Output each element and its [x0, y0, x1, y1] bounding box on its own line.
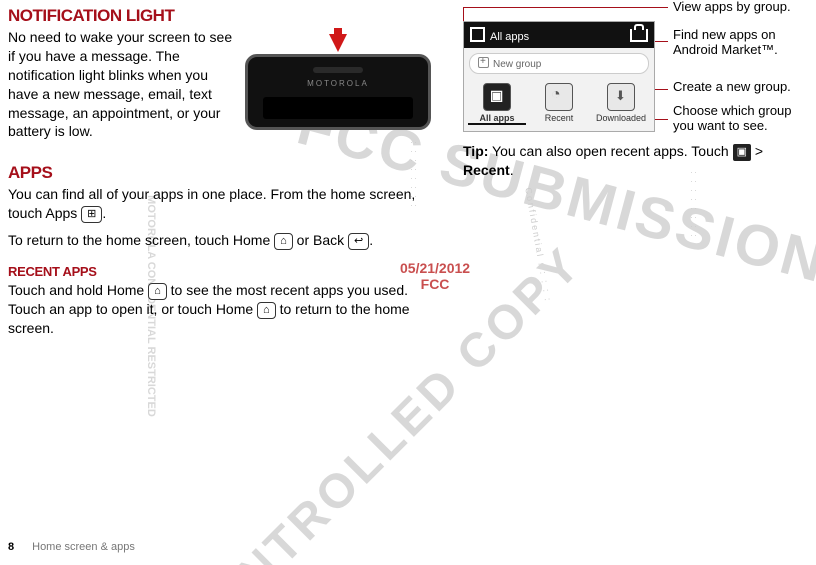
text: You can also open recent apps. Touch: [488, 143, 732, 159]
text: .: [102, 205, 106, 221]
tile-label: All apps: [479, 113, 514, 123]
new-group-label: New group: [493, 59, 541, 70]
home-key-icon: [148, 283, 167, 300]
phone-brand-label: MOTOROLA: [307, 79, 369, 88]
downloaded-icon: [607, 83, 635, 111]
paragraph-recent-apps: Touch and hold Home to see the most rece…: [8, 281, 448, 338]
market-icon[interactable]: [630, 29, 648, 42]
tip-recent-bold: Recent: [463, 162, 510, 178]
leader-line: [653, 119, 668, 120]
text: >: [751, 143, 763, 159]
recent-icon: [545, 83, 573, 111]
tip-paragraph: Tip: You can also open recent apps. Touc…: [463, 142, 808, 180]
annotation-view-group: View apps by group.: [673, 0, 791, 14]
all-apps-icon: [483, 83, 511, 111]
text: .: [510, 162, 514, 178]
apps-panel-title-text: All apps: [490, 31, 529, 43]
group-tiles: All apps Recent Downloaded: [464, 79, 654, 131]
paragraph-apps-1: You can find all of your apps in one pla…: [8, 185, 448, 223]
apps-panel-title: All apps: [470, 27, 529, 43]
back-key-icon: [348, 233, 369, 250]
text: To return to the home screen, touch Home: [8, 232, 274, 248]
tile-label: Downloaded: [596, 113, 646, 123]
leader-line: [653, 41, 668, 42]
apps-grid-icon: [81, 206, 102, 223]
recent-key-icon: [733, 144, 751, 161]
paragraph-apps-2: To return to the home screen, touch Home…: [8, 231, 448, 250]
tile-label: Recent: [545, 113, 574, 123]
arrow-down-icon: [329, 34, 347, 52]
plus-icon: [478, 57, 489, 68]
tile-recent[interactable]: Recent: [530, 83, 588, 125]
phone-screen-strip: [263, 97, 413, 119]
annotation-find-new: Find new apps on Android Market™.: [673, 27, 813, 57]
home-key-icon: [274, 233, 293, 250]
apps-ui-diagram: View apps by group. Find new apps on And…: [463, 21, 808, 132]
heading-apps: APPS: [8, 163, 448, 183]
heading-recent-apps: RECENT APPS: [8, 264, 448, 279]
page-footer: 8 Home screen & apps: [8, 541, 135, 553]
leader-line: [653, 89, 668, 90]
phone-body: MOTOROLA: [245, 54, 431, 130]
annotation-choose-group: Choose which group you want to see.: [673, 103, 813, 133]
text: You can find all of your apps in one pla…: [8, 186, 415, 221]
phone-speaker: [313, 67, 363, 73]
annotation-create-group: Create a new group.: [673, 79, 791, 94]
apps-panel-header[interactable]: All apps: [464, 22, 654, 48]
grid-icon: [470, 27, 485, 42]
footer-section: Home screen & apps: [32, 541, 135, 553]
apps-panel: All apps New group All apps Recent: [463, 21, 655, 132]
tile-downloaded[interactable]: Downloaded: [592, 83, 650, 125]
text: or Back: [293, 232, 348, 248]
home-key-icon: [257, 302, 276, 319]
tile-all-apps[interactable]: All apps: [468, 83, 526, 125]
watermark-dots: Confidential : : : : :: [523, 187, 553, 304]
page-number: 8: [8, 541, 14, 553]
paragraph-notification-light: No need to wake your screen to see if yo…: [8, 28, 233, 141]
leader-line: [463, 7, 668, 8]
text: .: [369, 232, 373, 248]
text: Touch and hold Home: [8, 282, 148, 298]
tip-label: Tip:: [463, 143, 488, 159]
new-group-button[interactable]: New group: [469, 53, 649, 74]
heading-notification-light: NOTIFICATION LIGHT: [8, 6, 448, 26]
phone-illustration: MOTOROLA: [243, 34, 433, 130]
